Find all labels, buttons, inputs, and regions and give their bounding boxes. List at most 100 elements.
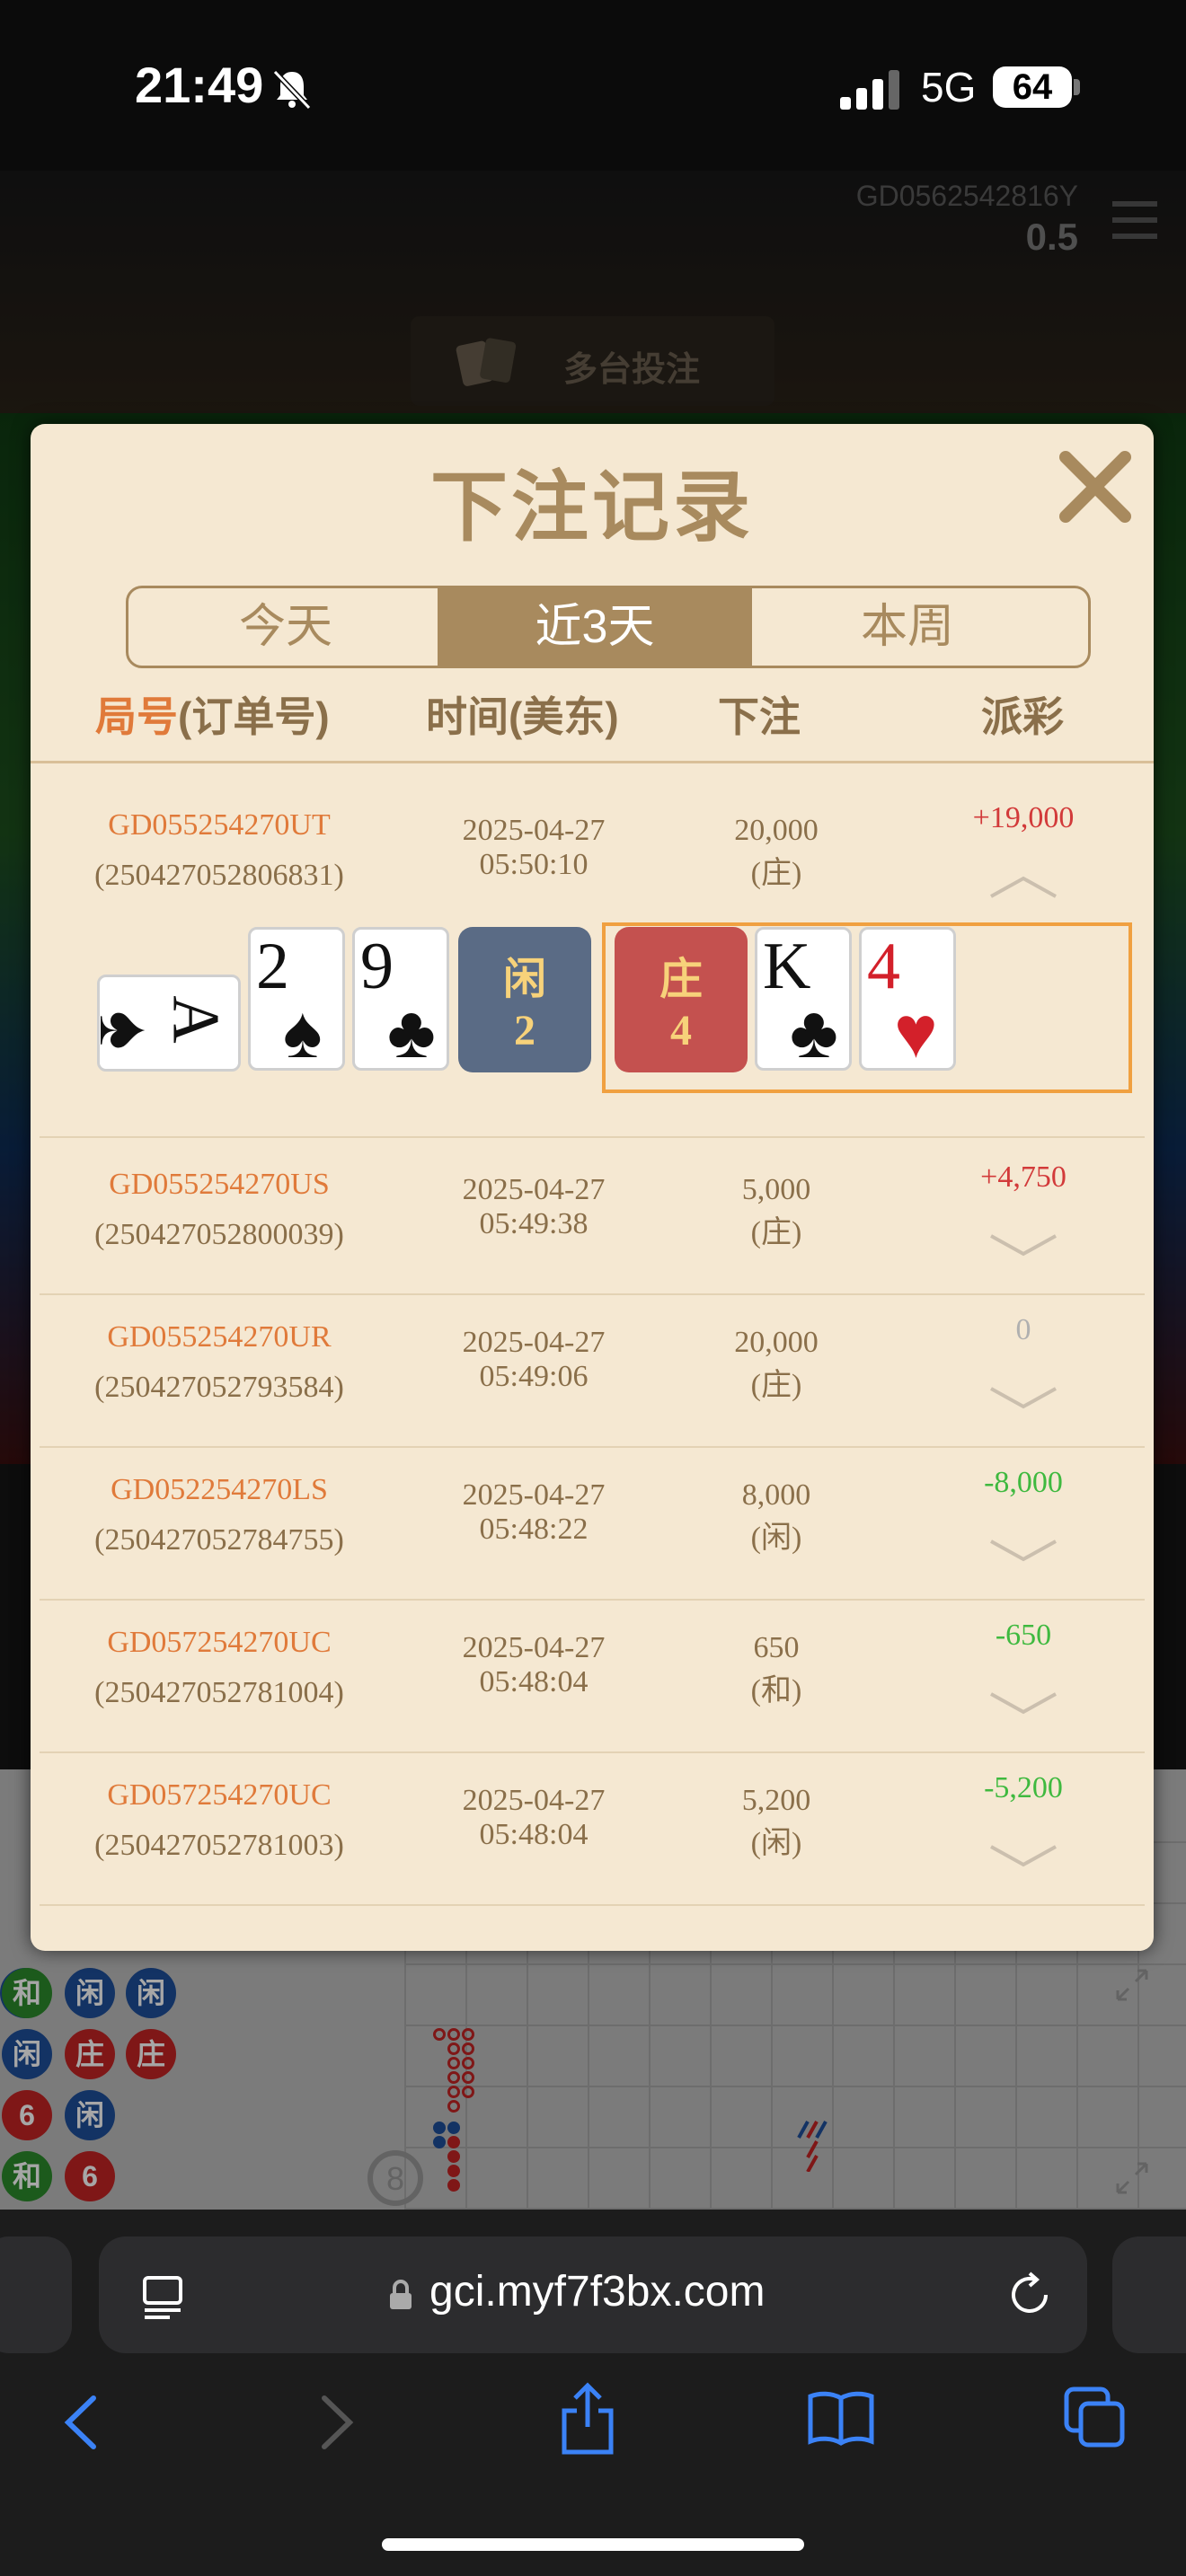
- col-order: (订单号): [178, 693, 330, 740]
- network-type: 5G: [921, 64, 977, 110]
- record-time: 05:49:06: [479, 1360, 589, 1393]
- order-id: (250427052800039): [94, 1218, 344, 1251]
- chevron-down-icon[interactable]: [989, 1843, 1058, 1870]
- round-id: GD052254270LS: [111, 1473, 328, 1506]
- round-detail: A ♠ 2 ♠ 9 ♣ 闲 2 庄 4 K ♣ 4 ♥: [31, 922, 1154, 1138]
- club-icon: ♣: [387, 992, 436, 1073]
- bet-side: (庄): [750, 1369, 802, 1402]
- round-id: GD057254270UC: [107, 1778, 332, 1812]
- card-rank: 9: [360, 930, 394, 1003]
- order-id: (250427052784755): [94, 1523, 344, 1557]
- round-id: GD055254270UT: [108, 808, 331, 842]
- battery-tip: [1074, 79, 1080, 95]
- tab-today[interactable]: 今天: [128, 588, 443, 666]
- status-time: 21:49: [135, 57, 264, 113]
- bet-history-modal: 下注记录 今天 近3天 本周 局号 (订单号) 时间(美东) 下注 派彩 GD0…: [31, 424, 1154, 1951]
- round-id: GD055254270UR: [107, 1320, 332, 1354]
- heart-icon: ♥: [894, 992, 938, 1073]
- table-row[interactable]: GD055254270UT (250427052806831) 2025-04-…: [31, 783, 1154, 936]
- player-label: 闲: [502, 956, 546, 1003]
- spade-icon: ♠: [84, 1010, 166, 1050]
- record-time: 05:48:22: [479, 1513, 589, 1546]
- payout-amount: 0: [1015, 1313, 1031, 1346]
- payout-amount: +19,000: [972, 801, 1075, 834]
- table-row[interactable]: GD055254270US (250427052800039) 2025-04-…: [31, 1142, 1154, 1295]
- bet-amount: 650: [753, 1631, 800, 1664]
- url-text[interactable]: gci.myf7f3bx.com: [429, 2267, 765, 2316]
- previous-tab-preview[interactable]: [0, 2236, 72, 2353]
- chevron-up-icon[interactable]: [989, 873, 1058, 900]
- order-id: (250427052781004): [94, 1676, 344, 1709]
- back-icon[interactable]: [54, 2391, 108, 2454]
- cellular-signal-icon: [840, 70, 899, 110]
- col-round: 局号: [95, 693, 178, 740]
- col-time: 时间(美东): [426, 693, 619, 740]
- card-rank: 4: [867, 930, 900, 1003]
- order-id: (250427052781003): [94, 1829, 344, 1862]
- battery-icon: 64: [993, 66, 1072, 108]
- chevron-down-icon[interactable]: [989, 1232, 1058, 1259]
- bet-side: (庄): [750, 857, 802, 890]
- table-row[interactable]: GD052254270LS (250427052784755) 2025-04-…: [31, 1448, 1154, 1601]
- home-indicator[interactable]: [382, 2538, 804, 2551]
- column-headers: 局号 (订单号) 时间(美东) 下注 派彩: [31, 684, 1154, 742]
- record-time: 05:49:38: [479, 1207, 589, 1240]
- bet-side: (闲): [750, 1827, 802, 1860]
- round-id: GD057254270UC: [107, 1626, 332, 1659]
- card-banker-1: K ♣: [755, 927, 852, 1071]
- tabs-icon[interactable]: [1063, 2386, 1126, 2448]
- bet-amount: 20,000: [734, 814, 819, 847]
- card-player-2: 2 ♠: [248, 927, 345, 1071]
- bet-amount: 8,000: [741, 1478, 811, 1512]
- table-row[interactable]: GD057254270UC (250427052781003) 2025-04-…: [31, 1753, 1154, 1906]
- card-player-3: 9 ♣: [352, 927, 449, 1071]
- card-player-1: A ♠: [84, 975, 241, 1072]
- share-icon[interactable]: [559, 2382, 616, 2456]
- banker-score: 4: [670, 1007, 692, 1054]
- spade-icon: ♠: [283, 992, 323, 1073]
- card-rank: A: [158, 995, 233, 1044]
- bet-amount: 5,000: [741, 1173, 811, 1206]
- record-date: 2025-04-27: [462, 814, 606, 847]
- player-score-box: 闲 2: [458, 927, 591, 1072]
- chevron-down-icon[interactable]: [989, 1538, 1058, 1565]
- forward-icon[interactable]: [310, 2391, 364, 2454]
- date-range-tabs: 今天 近3天 本周: [126, 586, 1091, 668]
- bet-side: (闲): [750, 1522, 802, 1555]
- lock-icon: [390, 2280, 412, 2309]
- record-date: 2025-04-27: [462, 1784, 606, 1817]
- next-tab-preview[interactable]: [1112, 2236, 1186, 2353]
- reload-icon[interactable]: [1005, 2270, 1055, 2320]
- record-date: 2025-04-27: [462, 1173, 606, 1206]
- round-id: GD055254270US: [109, 1168, 330, 1201]
- record-time: 05:48:04: [479, 1818, 589, 1851]
- order-id: (250427052806831): [94, 859, 344, 892]
- close-icon[interactable]: [1055, 446, 1136, 527]
- chevron-down-icon[interactable]: [989, 1690, 1058, 1717]
- record-date: 2025-04-27: [462, 1478, 606, 1512]
- table-row[interactable]: GD057254270UC (250427052781004) 2025-04-…: [31, 1601, 1154, 1753]
- banker-label: 庄: [659, 956, 703, 1003]
- order-id: (250427052793584): [94, 1371, 344, 1404]
- header-divider: [31, 761, 1154, 763]
- tab-this-week[interactable]: 本周: [750, 588, 1065, 666]
- record-time: 05:50:10: [479, 848, 589, 881]
- record-date: 2025-04-27: [462, 1631, 606, 1664]
- bell-muted-icon: [272, 69, 312, 110]
- page-menu-icon[interactable]: [139, 2272, 186, 2319]
- payout-amount: -8,000: [984, 1466, 1063, 1499]
- bookmarks-icon[interactable]: [807, 2389, 875, 2447]
- club-icon: ♣: [790, 992, 838, 1073]
- record-date: 2025-04-27: [462, 1326, 606, 1359]
- col-payout: 派彩: [981, 693, 1064, 740]
- row-divider: [40, 1136, 1145, 1138]
- card-banker-2: 4 ♥: [859, 927, 956, 1071]
- bet-amount: 5,200: [741, 1784, 811, 1817]
- chevron-down-icon[interactable]: [989, 1385, 1058, 1412]
- player-score: 2: [514, 1007, 535, 1054]
- bet-side: (庄): [750, 1216, 802, 1249]
- tab-last-3-days[interactable]: 近3天: [438, 588, 752, 666]
- payout-amount: -650: [995, 1619, 1052, 1652]
- table-row[interactable]: GD055254270UR (250427052793584) 2025-04-…: [31, 1295, 1154, 1448]
- card-rank: 2: [256, 930, 289, 1003]
